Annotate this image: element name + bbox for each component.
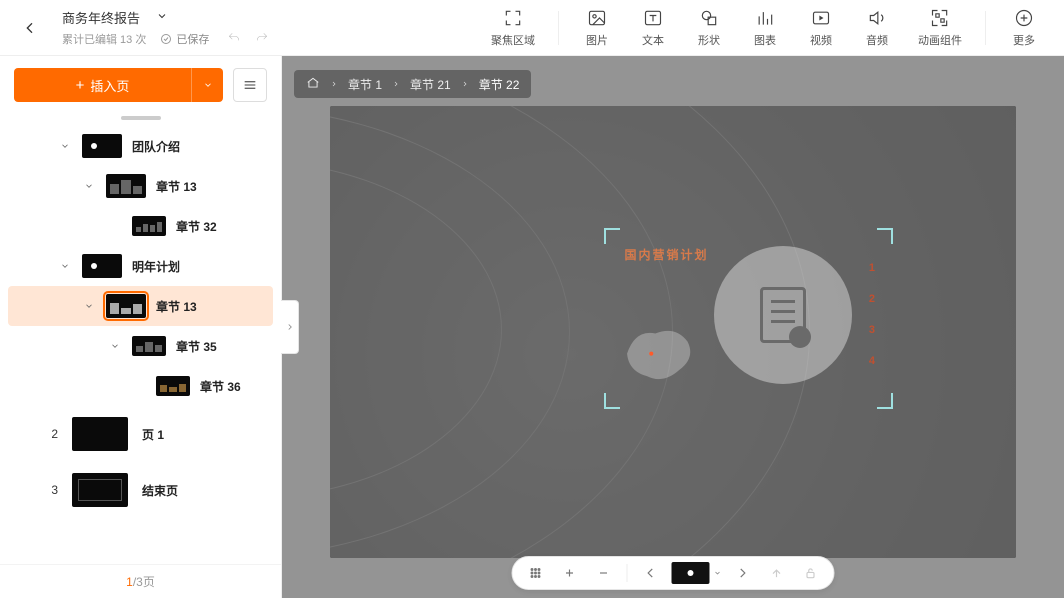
- tool-more[interactable]: 更多: [996, 8, 1052, 48]
- outline-page-1[interactable]: 2 页 1: [8, 406, 273, 462]
- tool-audio[interactable]: 音频: [849, 8, 905, 48]
- slide-thumb: [82, 254, 122, 278]
- tool-chart[interactable]: 图表: [737, 8, 793, 48]
- zoom-out-button[interactable]: [591, 560, 617, 586]
- current-slide-mini-thumb: [672, 562, 710, 584]
- chevron-down-icon[interactable]: [58, 261, 72, 271]
- chevron-right-icon: [392, 77, 400, 91]
- redo-button[interactable]: [255, 31, 269, 48]
- slide-thumb: [72, 473, 128, 507]
- plus-icon: +: [76, 78, 85, 93]
- insert-page-dropdown[interactable]: [191, 68, 223, 102]
- slide-thumb: [132, 216, 166, 236]
- outline-item-chapter-36[interactable]: 章节 36: [8, 366, 273, 406]
- focus-frame[interactable]: 国内营销计划 1 2 3 4: [604, 228, 892, 409]
- slide-title: 国内营销计划: [625, 246, 709, 263]
- lock-button[interactable]: [798, 560, 824, 586]
- chevron-right-icon: [330, 77, 338, 91]
- slide-preview[interactable]: 国内营销计划 1 2 3 4: [330, 106, 1016, 558]
- breadcrumb: 章节 1 章节 21 章节 22: [294, 70, 531, 98]
- circle-graphic: [714, 246, 852, 384]
- slide-thumb: [72, 417, 128, 451]
- slide-thumb: [156, 376, 190, 396]
- tool-image[interactable]: 图片: [569, 8, 625, 48]
- tool-shape[interactable]: 形状: [681, 8, 737, 48]
- saved-status: 已保存: [160, 31, 209, 47]
- outline-item-chapter-32[interactable]: 章节 32: [8, 206, 273, 246]
- slide-thumb: [106, 174, 146, 198]
- breadcrumb-current: 章节 22: [479, 76, 520, 93]
- drag-handle[interactable]: [121, 116, 161, 120]
- breadcrumb-item[interactable]: 章节 21: [410, 76, 451, 93]
- slide-thumb: [132, 336, 166, 356]
- chevron-right-icon: [461, 77, 469, 91]
- outline-item-next-year-plan[interactable]: 明年计划: [8, 246, 273, 286]
- canvas-stage[interactable]: 章节 1 章节 21 章节 22 国内营销计划: [282, 56, 1064, 598]
- document-title[interactable]: 商务年终报告: [62, 8, 140, 27]
- edit-count-label: 累计已编辑 13 次: [62, 31, 146, 47]
- chevron-down-icon[interactable]: [108, 341, 122, 351]
- outline-view-toggle[interactable]: [233, 68, 267, 102]
- collapse-sidebar-button[interactable]: [281, 300, 299, 354]
- tool-anim-component[interactable]: 动画组件: [905, 8, 975, 48]
- tool-video[interactable]: 视频: [793, 8, 849, 48]
- document-icon: [760, 287, 806, 343]
- outline-item-team-intro[interactable]: 团队介绍: [8, 126, 273, 166]
- outline-item-chapter-35[interactable]: 章节 35: [8, 326, 273, 366]
- breadcrumb-item[interactable]: 章节 1: [348, 76, 382, 93]
- chevron-down-icon[interactable]: [82, 301, 96, 311]
- outline-item-chapter-13a[interactable]: 章节 13: [8, 166, 273, 206]
- outline-item-chapter-13b[interactable]: 章节 13: [8, 286, 273, 326]
- slide-thumb: [82, 134, 122, 158]
- insert-page-button[interactable]: + 插入页: [14, 68, 191, 102]
- up-level-button[interactable]: [764, 560, 790, 586]
- breadcrumb-home[interactable]: [306, 76, 320, 93]
- grid-view-button[interactable]: [523, 560, 549, 586]
- outline-page-end[interactable]: 3 结束页: [8, 462, 273, 518]
- tool-text[interactable]: 文本: [625, 8, 681, 48]
- back-button[interactable]: [8, 0, 52, 56]
- page-indicator: 1/3页: [0, 564, 281, 598]
- doc-title-chevron-icon[interactable]: [156, 10, 168, 25]
- next-slide-button[interactable]: [730, 560, 756, 586]
- prev-slide-button[interactable]: [638, 560, 664, 586]
- slide-selector[interactable]: [672, 562, 722, 584]
- zoom-in-button[interactable]: [557, 560, 583, 586]
- bottom-toolbar: [512, 556, 835, 590]
- slide-list-numbers: 1 2 3 4: [869, 253, 881, 376]
- chevron-down-icon[interactable]: [82, 181, 96, 191]
- undo-button[interactable]: [227, 31, 241, 48]
- tool-focus-area[interactable]: 聚焦区域: [478, 8, 548, 48]
- chevron-down-icon[interactable]: [58, 141, 72, 151]
- china-map-graphic: [619, 313, 700, 394]
- slide-thumb: [106, 294, 146, 318]
